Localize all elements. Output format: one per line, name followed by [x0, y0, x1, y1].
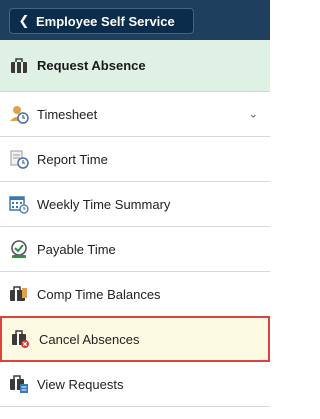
sidebar-item-weekly-time-summary[interactable]: Weekly Time Summary [0, 182, 270, 227]
view-requests-icon [9, 374, 29, 394]
briefcase-icon [9, 56, 29, 76]
chevron-left-icon: ❮ [18, 13, 30, 28]
timesheet-icon [9, 104, 29, 124]
cancel-absence-icon [11, 329, 31, 349]
sidebar-item-label: Payable Time [37, 241, 116, 257]
sidebar-item-label: Weekly Time Summary [37, 196, 171, 212]
sidebar-nav: Request Absence Timesheet ⌄ Report Time … [0, 40, 270, 407]
sidebar-item-comp-time-balances[interactable]: Comp Time Balances [0, 272, 270, 317]
back-button-label: Employee Self Service [36, 13, 175, 29]
sidebar-item-report-time[interactable]: Report Time [0, 137, 270, 182]
sidebar-item-request-absence[interactable]: Request Absence [0, 40, 270, 92]
back-to-employee-self-service-button[interactable]: ❮ Employee Self Service [9, 8, 194, 34]
calendar-clock-icon [9, 194, 29, 214]
sidebar-item-label: Timesheet [37, 106, 98, 122]
sidebar-item-label: Report Time [37, 151, 108, 167]
top-bar: ❮ Employee Self Service [0, 0, 270, 40]
sidebar-item-view-requests[interactable]: View Requests [0, 362, 270, 407]
sidebar-item-timesheet[interactable]: Timesheet ⌄ [0, 92, 270, 137]
sidebar-item-label: View Requests [37, 376, 124, 392]
report-time-icon [9, 149, 29, 169]
payable-time-icon [9, 239, 29, 259]
chevron-down-icon[interactable]: ⌄ [249, 108, 258, 121]
sidebar-item-cancel-absences[interactable]: Cancel Absences [0, 316, 270, 362]
sidebar-item-label: Comp Time Balances [37, 286, 161, 302]
sidebar-item-payable-time[interactable]: Payable Time [0, 227, 270, 272]
comp-time-icon [9, 284, 29, 304]
sidebar-item-label: Request Absence [37, 58, 146, 73]
sidebar-item-label: Cancel Absences [39, 331, 140, 347]
